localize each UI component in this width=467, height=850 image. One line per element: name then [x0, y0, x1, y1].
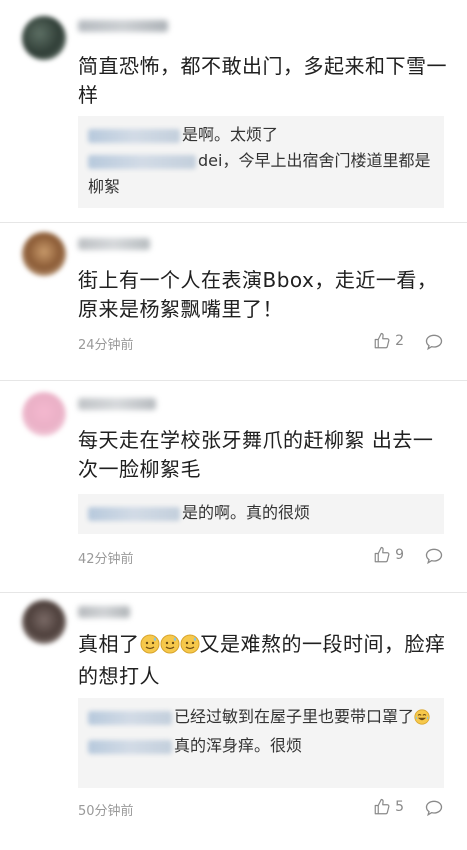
reply-username[interactable]: [88, 128, 180, 143]
username[interactable]: [78, 20, 168, 32]
avatar[interactable]: [22, 16, 66, 60]
timestamp: 42分钟前: [78, 552, 134, 567]
reply-item[interactable]: 是啊。太烦了: [88, 122, 434, 148]
comment-item: 真相了 又是难熬的一段时间，脸痒的想打人 已经过敏到在屋子里也要带口罩了 真的浑身…: [0, 592, 467, 850]
comment-item: 每天走在学校张牙舞爪的赶柳絮 出去一次一脸柳絮毛 是的啊。真的很烦 42分钟前 …: [0, 380, 467, 592]
comment-text: 简直恐怖，都不敢出门，多起来和下雪一样: [78, 54, 447, 107]
tears-of-joy-emoji-icon: [414, 707, 430, 733]
comment-bubble-icon[interactable]: [424, 546, 444, 566]
reply-item[interactable]: 真的浑身痒。很烦: [88, 733, 434, 759]
timestamp: 50分钟前: [78, 804, 134, 819]
reply-item[interactable]: dei，今早上出宿舍门楼道里都是柳絮: [88, 148, 434, 200]
like-button[interactable]: 9: [373, 546, 404, 564]
thumbs-up-icon: [374, 546, 390, 563]
comment-text: 每天走在学校张牙舞爪的赶柳絮 出去一次一脸柳絮毛: [78, 428, 434, 481]
comment-meta: 24分钟前 2: [78, 332, 444, 353]
reply-box: 已经过敏到在屋子里也要带口罩了 真的浑身痒。很烦: [78, 698, 444, 788]
reply-text: 了: [398, 707, 415, 726]
reply-box: 是啊。太烦了 dei，今早上出宿舍门楼道里都是柳絮: [78, 116, 444, 208]
like-count: 5: [395, 799, 404, 815]
thumbs-up-icon: [374, 332, 390, 349]
username[interactable]: [78, 398, 156, 410]
like-button[interactable]: 2: [373, 332, 404, 350]
reply-username[interactable]: [88, 710, 172, 725]
reply-box: 是的啊。真的很烦: [78, 494, 444, 534]
avatar[interactable]: [22, 600, 66, 644]
avatar[interactable]: [22, 232, 66, 276]
username[interactable]: [78, 606, 130, 618]
reply-text: 是的啊。真的很烦: [182, 503, 311, 522]
comment-meta: 42分钟前 9: [78, 546, 444, 567]
reply-text: 是啊。太烦了: [182, 125, 279, 144]
reply-text: 真的浑身痒。很烦: [174, 736, 303, 755]
sweat-smile-emoji-icon: [180, 633, 200, 662]
reply-username[interactable]: [88, 154, 196, 169]
comment-bubble-icon[interactable]: [424, 798, 444, 818]
reply-username[interactable]: [88, 739, 172, 754]
thumbs-up-icon: [374, 798, 390, 815]
reply-text: 已经过敏到在屋子里也要带口罩: [174, 707, 399, 726]
comment-text: 街上有一个人在表演Bbox，走近一看，原来是杨絮飘嘴里了！: [78, 268, 438, 321]
reply-item[interactable]: 是的啊。真的很烦: [88, 500, 434, 526]
comment-meta: 50分钟前 5: [78, 798, 444, 819]
comment-item: 简直恐怖，都不敢出门，多起来和下雪一样 是啊。太烦了 dei，今早上出宿舍门楼道…: [0, 0, 467, 220]
comment-text: 真相了 又是难熬的一段时间，脸痒的想打人: [78, 630, 448, 691]
comment-item: 街上有一个人在表演Bbox，走近一看，原来是杨絮飘嘴里了！ 24分钟前 2: [0, 222, 467, 380]
like-button[interactable]: 5: [373, 798, 404, 816]
like-count: 2: [395, 333, 404, 349]
sweat-smile-emoji-icon: [160, 633, 180, 662]
like-count: 9: [395, 547, 404, 563]
avatar[interactable]: [22, 392, 66, 436]
reply-username[interactable]: [88, 506, 180, 521]
comment-bubble-icon[interactable]: [424, 332, 444, 352]
reply-item[interactable]: 已经过敏到在屋子里也要带口罩了: [88, 704, 434, 733]
timestamp: 24分钟前: [78, 338, 134, 353]
username[interactable]: [78, 238, 150, 250]
comment-text-part: 真相了: [78, 632, 140, 656]
sweat-smile-emoji-icon: [140, 633, 160, 662]
